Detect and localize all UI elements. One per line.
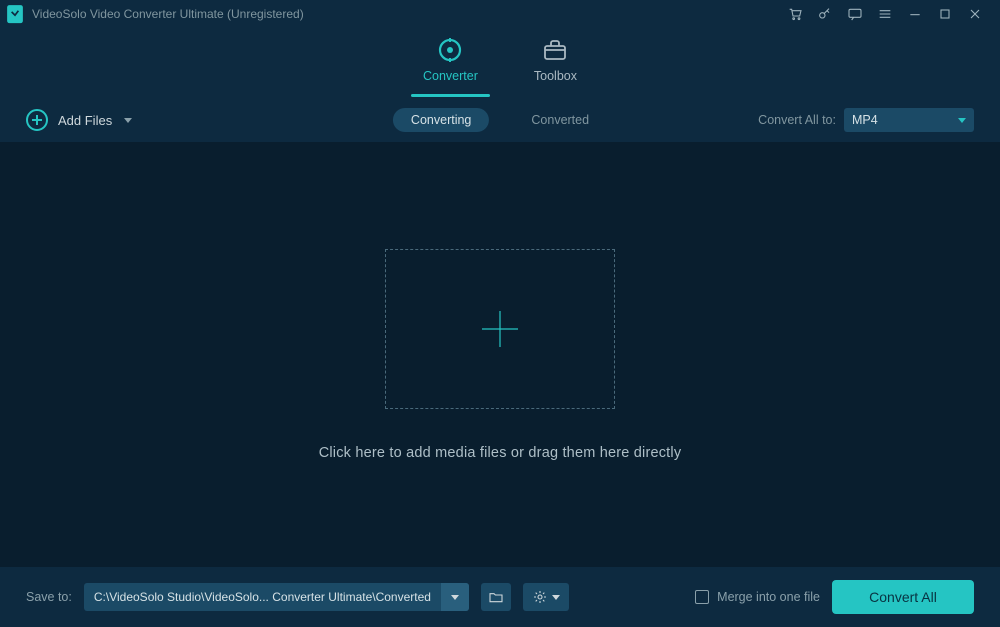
chevron-down-icon bbox=[958, 118, 966, 123]
drop-text: Click here to add media files or drag th… bbox=[319, 445, 682, 461]
pill-converting[interactable]: Converting bbox=[393, 108, 489, 132]
tab-toolbox-label: Toolbox bbox=[534, 69, 577, 83]
merge-label: Merge into one file bbox=[717, 590, 820, 604]
header-tabs: Converter Toolbox bbox=[0, 28, 1000, 98]
toolbar: Add Files Converting Converted Convert A… bbox=[0, 98, 1000, 142]
chevron-down-icon bbox=[124, 118, 132, 123]
converter-icon bbox=[436, 37, 464, 63]
format-select-value: MP4 bbox=[852, 113, 878, 127]
add-files-button[interactable]: Add Files bbox=[26, 109, 132, 131]
format-select[interactable]: MP4 bbox=[844, 108, 974, 132]
shopping-cart-icon[interactable] bbox=[780, 0, 810, 28]
gear-icon bbox=[532, 589, 548, 605]
save-path: C:\VideoSolo Studio\VideoSolo... Convert… bbox=[84, 590, 441, 604]
checkbox-icon bbox=[695, 590, 709, 604]
folder-icon bbox=[488, 589, 504, 605]
pill-converted[interactable]: Converted bbox=[513, 108, 607, 132]
title-bar: VideoSolo Video Converter Ultimate (Unre… bbox=[0, 0, 1000, 28]
menu-icon[interactable] bbox=[870, 0, 900, 28]
minimize-icon[interactable] bbox=[900, 0, 930, 28]
plus-icon bbox=[476, 305, 524, 353]
merge-checkbox[interactable]: Merge into one file bbox=[695, 590, 820, 604]
bottom-bar: Save to: C:\VideoSolo Studio\VideoSolo..… bbox=[0, 567, 1000, 627]
save-to-label: Save to: bbox=[26, 590, 72, 604]
plus-circle-icon bbox=[26, 109, 48, 131]
maximize-icon[interactable] bbox=[930, 0, 960, 28]
chevron-down-icon bbox=[552, 595, 560, 600]
app-title: VideoSolo Video Converter Ultimate (Unre… bbox=[32, 7, 304, 21]
add-files-label: Add Files bbox=[58, 113, 112, 128]
convert-all-to-label: Convert All to: bbox=[758, 113, 836, 127]
app-logo bbox=[6, 5, 24, 23]
main-drop-area: Click here to add media files or drag th… bbox=[0, 142, 1000, 567]
feedback-icon[interactable] bbox=[840, 0, 870, 28]
convert-all-button[interactable]: Convert All bbox=[832, 580, 974, 614]
settings-button[interactable] bbox=[523, 583, 569, 611]
toolbox-icon bbox=[541, 37, 569, 63]
open-folder-button[interactable] bbox=[481, 583, 511, 611]
tab-converter-label: Converter bbox=[423, 69, 478, 83]
tab-converter[interactable]: Converter bbox=[423, 37, 478, 89]
drop-box[interactable] bbox=[385, 249, 615, 409]
tab-toolbox[interactable]: Toolbox bbox=[534, 37, 577, 89]
status-pills: Converting Converted bbox=[393, 108, 607, 132]
save-path-box: C:\VideoSolo Studio\VideoSolo... Convert… bbox=[84, 583, 469, 611]
close-icon[interactable] bbox=[960, 0, 990, 28]
convert-all-to: Convert All to: MP4 bbox=[758, 108, 974, 132]
key-icon[interactable] bbox=[810, 0, 840, 28]
save-path-dropdown[interactable] bbox=[441, 583, 469, 611]
